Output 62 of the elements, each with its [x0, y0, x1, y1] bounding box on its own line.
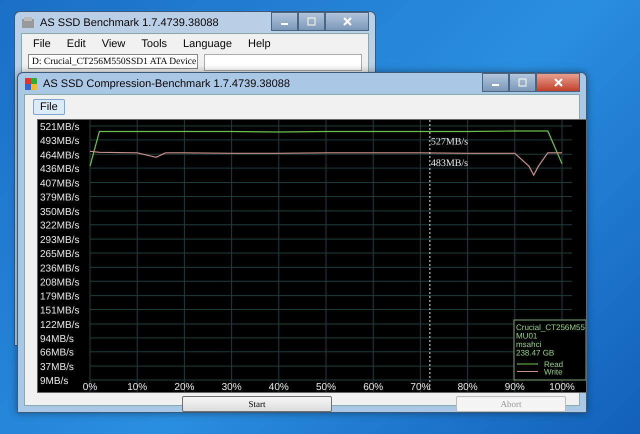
x-tick-label: 0% [82, 382, 98, 392]
menu-item[interactable]: File [26, 36, 58, 52]
y-tick-label: 208MB/s [40, 277, 80, 288]
x-tick-label: 70% [410, 382, 430, 392]
x-tick-label: 80% [458, 382, 478, 392]
menu-item[interactable]: Language [176, 36, 239, 52]
y-tick-label: 521MB/s [40, 122, 80, 133]
y-tick-label: 407MB/s [40, 178, 80, 190]
legend-text: Crucial_CT256M55 [516, 323, 585, 332]
y-tick-label: 151MB/s [40, 306, 80, 317]
legend-text: MU01 [516, 332, 538, 340]
y-tick-label: 179MB/s [40, 292, 80, 303]
menu-item[interactable]: Edit [60, 36, 93, 52]
y-tick-label: 293MB/s [40, 235, 80, 246]
menu-item[interactable]: File [33, 99, 65, 115]
close-icon [554, 78, 562, 87]
y-tick-label: 379MB/s [40, 192, 80, 204]
menu-item[interactable]: Tools [134, 36, 174, 52]
y-tick-label: 464MB/s [40, 150, 80, 162]
cursor-value-label: 483MB/s [430, 158, 468, 169]
y-tick-label: 94MB/s [40, 334, 74, 345]
action-button[interactable]: Start [182, 396, 332, 412]
cursor-value-label: 527MB/s [430, 136, 468, 148]
y-tick-label: 493MB/s [40, 136, 80, 147]
window-title: AS SSD Benchmark 1.7.4739.38088 [40, 16, 219, 28]
menu-item[interactable]: Help [241, 36, 278, 52]
y-tick-label: 122MB/s [40, 320, 80, 331]
close-icon [342, 17, 352, 26]
y-tick-label: 350MB/s [40, 206, 80, 218]
app-icon [21, 16, 35, 30]
y-tick-label: 265MB/s [40, 249, 80, 260]
legend-label: Read [544, 360, 564, 369]
app-icon [24, 76, 38, 90]
y-tick-label: 322MB/s [40, 220, 80, 232]
legend-label: Write [544, 368, 563, 376]
x-tick-label: 20% [174, 382, 194, 392]
x-tick-label: 100% [549, 382, 575, 392]
legend-text: 238.47 GB [516, 348, 554, 358]
y-tick-label: 436MB/s [40, 164, 80, 176]
y-tick-label: 236MB/s [40, 263, 80, 274]
minimize-button[interactable] [482, 73, 509, 92]
maximize-button[interactable] [509, 73, 536, 92]
y-tick-label: 9MB/s [40, 376, 68, 387]
maximize-button[interactable] [298, 12, 325, 31]
x-tick-label: 10% [127, 382, 148, 392]
x-tick-label: 40% [268, 382, 289, 392]
window-title: AS SSD Compression-Benchmark 1.7.4739.38088 [43, 78, 290, 90]
x-tick-label: 60% [363, 382, 384, 392]
y-tick-label: 37MB/s [40, 362, 74, 374]
maximize-icon [518, 78, 527, 87]
minimize-button[interactable] [271, 12, 298, 31]
y-tick-label: 66MB/s [40, 348, 74, 359]
close-button[interactable] [536, 73, 580, 92]
legend-text: msahci [516, 340, 542, 349]
x-tick-label: 90% [504, 382, 525, 392]
x-tick-label: 50% [316, 382, 336, 392]
x-tick-label: 30% [222, 382, 242, 392]
close-button[interactable] [325, 12, 369, 31]
maximize-icon [307, 17, 316, 26]
menu-item[interactable]: View [94, 36, 132, 52]
text-field[interactable] [204, 54, 362, 71]
drive-dropdown[interactable]: D: Crucial_CT256M550SSD1 ATA Device [28, 54, 198, 69]
